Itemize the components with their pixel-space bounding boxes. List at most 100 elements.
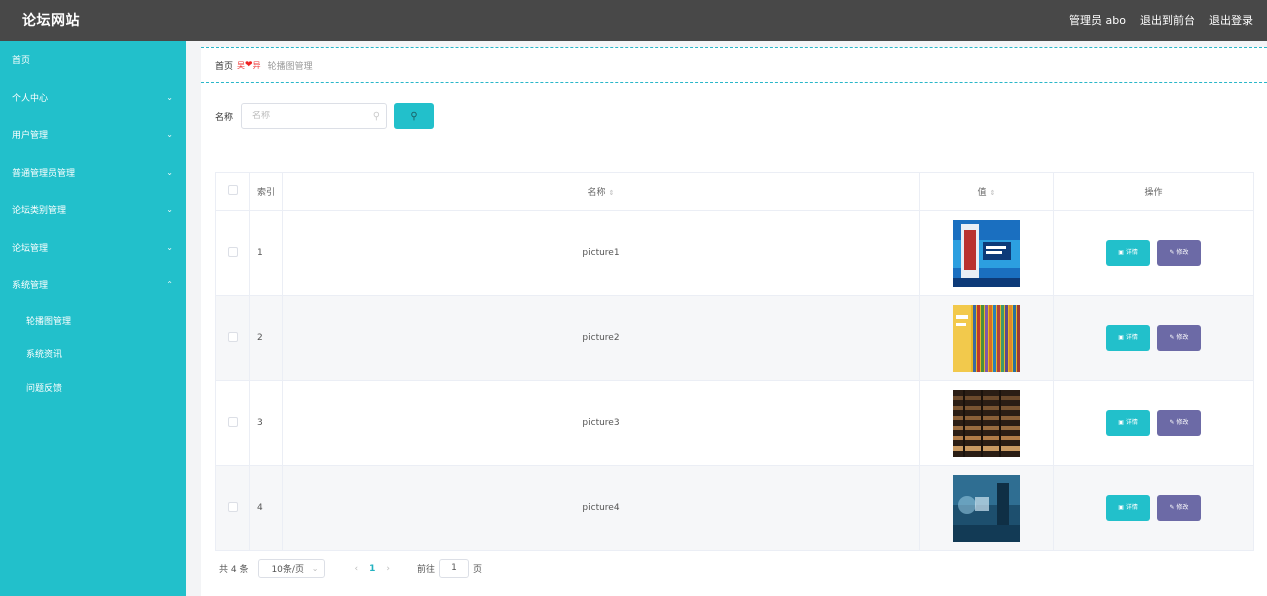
chevron-down-icon: ⌄	[166, 167, 173, 177]
edit-button[interactable]: ✎ 修改	[1156, 240, 1201, 266]
column-header-value[interactable]: 值 ⇕	[919, 172, 1054, 211]
detail-button-label: 详情	[1125, 334, 1138, 341]
detail-button-label: 详情	[1125, 249, 1138, 256]
edit-button-label: 修改	[1176, 419, 1189, 426]
search-icon: ⚲	[372, 110, 381, 122]
separator-right: 异	[252, 60, 261, 70]
sidebar-item-system-management[interactable]: 系统管理 ⌃	[0, 266, 186, 304]
sidebar-item-label: 用户管理	[12, 131, 49, 142]
sidebar-item-home[interactable]: 首页	[0, 41, 186, 79]
search-button[interactable]: ⚲	[394, 103, 435, 129]
search-field[interactable]: ⚲	[241, 103, 388, 129]
search-row: 名称 ⚲ ⚲	[215, 103, 435, 129]
sidebar-item-label: 个人中心	[12, 93, 49, 104]
edit-button-label: 修改	[1176, 249, 1189, 256]
sidebar-item-forum-management[interactable]: 论坛管理 ⌄	[0, 229, 186, 267]
row-name: picture3	[282, 380, 920, 466]
sidebar-item-label: 首页	[12, 56, 31, 67]
breadcrumb-separator: 吴 ❤ 异	[237, 60, 261, 71]
row-index: 1	[249, 210, 283, 296]
sidebar-subitem-system-news[interactable]: 系统资讯	[0, 337, 186, 371]
carousel-thumbnail-image	[953, 474, 1020, 542]
page-size-select[interactable]: 10条/页 ⌄	[258, 559, 326, 578]
search-icon: ⚲	[410, 110, 418, 122]
sidebar-subitem-label: 系统资讯	[26, 350, 63, 361]
row-value	[919, 210, 1054, 296]
column-header-name[interactable]: 名称 ⇕	[282, 172, 920, 211]
sidebar: 首页 个人中心 ⌄ 用户管理 ⌄ 普通管理员管理 ⌄ 论坛类别管理 ⌄ 论坛管理…	[0, 41, 186, 596]
row-checkbox[interactable]	[227, 331, 238, 342]
detail-button-label: 详情	[1125, 419, 1138, 426]
detail-button[interactable]: ▣ 详情	[1106, 410, 1151, 436]
detail-button[interactable]: ▣ 详情	[1106, 240, 1151, 266]
sort-icon[interactable]: ⇕	[990, 189, 996, 197]
table-row: 1 picture1 ▣ 详情 ✎ 修改	[215, 210, 1254, 296]
top-bar: 论坛网站 管理员 abo 退出到前台 退出登录	[0, 0, 1267, 41]
chevron-down-icon: ⌄	[311, 564, 319, 573]
row-actions: ▣ 详情 ✎ 修改	[1053, 210, 1254, 296]
chevron-down-icon: ⌄	[166, 130, 173, 140]
pagination-total: 共 4 条	[219, 565, 249, 575]
chevron-down-icon: ⌄	[166, 92, 173, 102]
current-page-number[interactable]: 1	[369, 564, 375, 574]
row-name: picture4	[282, 465, 920, 551]
column-header-index: 索引	[249, 172, 283, 211]
sort-icon[interactable]: ⇕	[609, 189, 615, 197]
sidebar-subitem-label: 轮播图管理	[26, 316, 72, 327]
row-select-cell	[215, 380, 250, 466]
edit-button[interactable]: ✎ 修改	[1156, 495, 1201, 521]
breadcrumb: 首页 吴 ❤ 异 轮播图管理	[201, 47, 1267, 83]
sidebar-subitem-feedback[interactable]: 问题反馈	[0, 371, 186, 405]
goto-label: 前往	[416, 565, 435, 575]
goto-page-input[interactable]: 1	[438, 559, 469, 578]
sidebar-item-label: 普通管理员管理	[12, 168, 76, 179]
chevron-down-icon: ⌄	[166, 205, 173, 215]
sidebar-subitem-label: 问题反馈	[26, 383, 63, 394]
detail-button-label: 详情	[1125, 504, 1138, 511]
edit-button-label: 修改	[1176, 334, 1189, 341]
breadcrumb-home[interactable]: 首页	[215, 59, 233, 72]
admin-user-label[interactable]: 管理员 abo	[1069, 12, 1126, 28]
row-checkbox[interactable]	[227, 246, 238, 257]
sidebar-item-user-management[interactable]: 用户管理 ⌄	[0, 116, 186, 154]
page-size-value: 10条/页	[271, 565, 304, 575]
sidebar-item-label: 系统管理	[12, 281, 49, 292]
page-unit-label: 页	[472, 565, 482, 575]
chevron-up-icon: ⌃	[166, 280, 173, 290]
row-value	[919, 295, 1054, 381]
row-name: picture1	[282, 210, 920, 296]
top-right-links: 管理员 abo 退出到前台 退出登录	[1069, 12, 1253, 28]
edit-button[interactable]: ✎ 修改	[1156, 410, 1201, 436]
detail-button[interactable]: ▣ 详情	[1106, 495, 1151, 521]
detail-button[interactable]: ▣ 详情	[1106, 325, 1151, 351]
sidebar-item-label: 论坛管理	[12, 243, 49, 254]
carousel-thumbnail-image	[953, 389, 1020, 457]
sidebar-item-forum-category[interactable]: 论坛类别管理 ⌄	[0, 191, 186, 229]
edit-button[interactable]: ✎ 修改	[1156, 325, 1201, 351]
select-all-checkbox[interactable]	[227, 185, 238, 195]
prev-page-icon[interactable]: ‹	[354, 564, 358, 574]
back-to-front-link[interactable]: 退出到前台	[1140, 12, 1195, 28]
edit-button-label: 修改	[1176, 504, 1189, 511]
breadcrumb-current: 轮播图管理	[267, 61, 313, 72]
row-checkbox[interactable]	[227, 501, 238, 512]
row-checkbox[interactable]	[227, 416, 238, 427]
column-header-value-label: 值	[977, 188, 987, 198]
sidebar-subitem-carousel[interactable]: 轮播图管理	[0, 304, 186, 338]
row-select-cell	[215, 210, 250, 296]
chevron-down-icon: ⌄	[166, 242, 173, 252]
carousel-table: 索引 名称 ⇕ 值 ⇕ 操作 1 picture1 ▣ 详情 ✎ 修改 2 pi…	[215, 172, 1254, 551]
next-page-icon[interactable]: ›	[386, 564, 390, 574]
search-input[interactable]	[252, 111, 363, 121]
row-actions: ▣ 详情 ✎ 修改	[1053, 465, 1254, 551]
column-header-ops: 操作	[1053, 172, 1254, 211]
row-select-cell	[215, 465, 250, 551]
row-index: 4	[249, 465, 283, 551]
sidebar-item-label: 论坛类别管理	[12, 206, 67, 217]
table-row: 4 picture4 ▣ 详情 ✎ 修改	[215, 465, 1254, 551]
row-actions: ▣ 详情 ✎ 修改	[1053, 380, 1254, 466]
row-index: 3	[249, 380, 283, 466]
sidebar-item-admin-management[interactable]: 普通管理员管理 ⌄	[0, 154, 186, 192]
sidebar-item-personal-center[interactable]: 个人中心 ⌄	[0, 79, 186, 117]
logout-link[interactable]: 退出登录	[1209, 12, 1253, 28]
